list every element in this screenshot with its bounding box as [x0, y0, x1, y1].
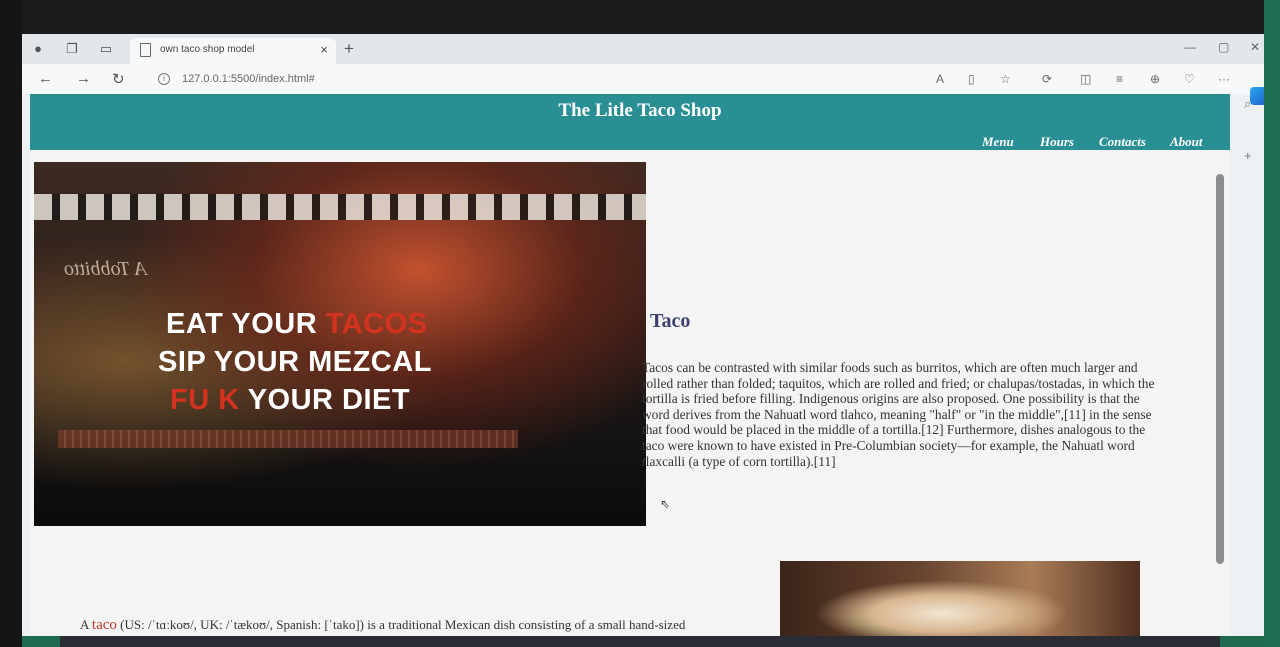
- taco-photo: [780, 561, 1140, 636]
- tab-active[interactable]: own taco shop model ×: [130, 38, 336, 64]
- back-icon[interactable]: ←: [38, 70, 53, 87]
- hero-slogan-line-3: FU K YOUR DIET: [170, 384, 411, 416]
- hero-slogan-line-2: SIP YOUR MEZCAL: [158, 346, 432, 378]
- storefront-sign: A Tobbitto: [64, 258, 147, 280]
- immersive-reader-icon[interactable]: ▯: [968, 72, 975, 86]
- hero-slogan-line-1: EAT YOUR TACOS: [166, 308, 428, 340]
- copilot-icon[interactable]: [1250, 87, 1264, 105]
- monitor-bezel-top: [0, 0, 1280, 34]
- minimize-button[interactable]: —: [1184, 40, 1196, 54]
- hero-image: A Tobbitto EAT YOUR TACOS SIP YOUR MEZCA…: [34, 162, 646, 526]
- page-scrollbar[interactable]: [1216, 174, 1224, 564]
- nav-link-contacts[interactable]: Contacts: [1099, 134, 1146, 150]
- forward-icon[interactable]: →: [76, 70, 91, 87]
- web-page: The Litle Taco Shop Menu Hours Contacts …: [30, 94, 1230, 636]
- collections-add-icon[interactable]: ⊕: [1150, 72, 1160, 86]
- refresh-icon[interactable]: ↻: [112, 70, 125, 88]
- mouse-cursor-icon: ⇖: [660, 497, 671, 511]
- profile-icon[interactable]: ●: [30, 41, 46, 57]
- more-options-icon[interactable]: ···: [1218, 72, 1230, 86]
- extensions-icon[interactable]: ⟳: [1042, 72, 1052, 86]
- url-text: 127.0.0.1:5500/index.html#: [182, 73, 315, 85]
- split-screen-icon[interactable]: ◫: [1080, 72, 1091, 86]
- nav-link-about[interactable]: About: [1170, 134, 1203, 150]
- info-icon[interactable]: i: [158, 73, 170, 85]
- read-aloud-icon[interactable]: A: [936, 72, 944, 86]
- new-tab-button[interactable]: +: [344, 39, 354, 59]
- close-window-button[interactable]: ✕: [1250, 40, 1260, 54]
- favorites-list-icon[interactable]: ≡: [1116, 72, 1123, 86]
- maximize-button[interactable]: ▢: [1218, 40, 1229, 54]
- address-field[interactable]: i 127.0.0.1:5500/index.html#: [152, 68, 932, 90]
- collections-icon[interactable]: ❐: [64, 41, 80, 57]
- browser-essentials-icon[interactable]: ♡: [1184, 72, 1195, 86]
- nav-link-hours[interactable]: Hours: [1040, 134, 1074, 150]
- desktop-background-edge: [1264, 0, 1280, 647]
- browser-window: ● ❐ ▭ own taco shop model × + — ▢ ✕ ← → …: [22, 34, 1264, 636]
- favorite-star-icon[interactable]: ☆: [1000, 72, 1011, 86]
- windows-taskbar: [60, 636, 1220, 647]
- site-header: The Litle Taco Shop Menu Hours Contacts …: [30, 94, 1230, 150]
- article-body: Tacos can be contrasted with similar foo…: [642, 360, 1155, 469]
- site-title: The Litle Taco Shop: [558, 100, 722, 121]
- browser-sidebar: ⌕ +: [1238, 94, 1264, 636]
- article-heading: Taco: [650, 310, 691, 332]
- tab-title: own taco shop model: [160, 44, 255, 55]
- intro-paragraph: A taco (US: /ˈtɑːkoʊ/, UK: /ˈtækoʊ/, Spa…: [80, 617, 686, 633]
- monitor-bezel-left: [0, 0, 22, 647]
- page-icon: [140, 43, 151, 57]
- tab-actions-icon[interactable]: ▭: [98, 41, 114, 57]
- tile-band: [58, 430, 518, 448]
- close-tab-icon[interactable]: ×: [320, 42, 328, 57]
- storefront-awning: [34, 194, 646, 220]
- sidebar-add-icon[interactable]: +: [1244, 148, 1252, 163]
- nav-link-menu[interactable]: Menu: [982, 134, 1014, 150]
- address-bar-row: ← → ↻ i 127.0.0.1:5500/index.html# A ▯ ☆…: [22, 64, 1264, 94]
- tab-bar: ● ❐ ▭ own taco shop model × + — ▢ ✕: [22, 34, 1264, 64]
